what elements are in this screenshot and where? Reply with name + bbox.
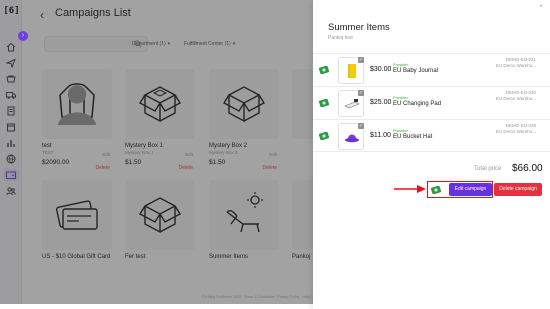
item-image: ✓ (338, 123, 364, 150)
item-provider: Provider (393, 62, 408, 67)
item-price: $11.00 (370, 132, 391, 139)
changing-pad-icon (344, 99, 360, 109)
item-warehouse: EU Demo Wareho... (495, 129, 536, 134)
total-price-value: $66.00 (512, 163, 543, 174)
item-name: EU Bucket Hat (393, 134, 433, 140)
item-image: ✓ (338, 57, 364, 84)
item-warehouse: EU Demo Wareho... (495, 63, 536, 68)
item-provider: Provider (393, 128, 408, 133)
panel-subtitle: Pankoj test (328, 35, 353, 41)
item-name: EU Baby Journal (393, 68, 439, 74)
item-provider: Provider (393, 95, 408, 100)
item-sku: DEMO-EU-028 (505, 123, 536, 128)
close-icon[interactable]: × (539, 4, 543, 10)
modal-backdrop[interactable] (0, 0, 322, 304)
money-icon (319, 66, 329, 74)
item-sku: DEMO-EU-030 (505, 90, 536, 95)
item-price: $30.00 (370, 66, 392, 73)
campaign-item-row: ✓ $11.00 Provider EU Bucket Hat DEMO-EU-… (313, 119, 550, 152)
journal-icon (348, 64, 356, 78)
item-name: EU Changing Pad (393, 101, 442, 107)
total-price-label: Total price (474, 166, 502, 172)
delete-campaign-button[interactable]: Delete campaign (494, 183, 542, 196)
annotation-arrow-icon (394, 185, 426, 193)
item-sku: DEMO-EU-021 (505, 57, 536, 62)
money-icon (319, 99, 329, 107)
panel-title: Summer Items (328, 22, 390, 33)
money-icon (319, 132, 329, 140)
item-image: ✓ (338, 90, 364, 117)
item-price: $25.00 (370, 99, 392, 106)
bucket-hat-icon (345, 134, 359, 143)
sidebar-collapse-button[interactable]: › (18, 31, 28, 41)
campaign-detail-panel: × Summer Items Pankoj test ✓ $30.00 Prov… (313, 0, 550, 309)
campaign-item-row: ✓ $30.00 Provider EU Baby Journal DEMO-E… (313, 53, 550, 86)
item-warehouse: EU Demo Wareho... (495, 96, 536, 101)
annotation-highlight (427, 181, 493, 198)
campaign-item-row: ✓ $25.00 Provider EU Changing Pad DEMO-E… (313, 86, 550, 119)
